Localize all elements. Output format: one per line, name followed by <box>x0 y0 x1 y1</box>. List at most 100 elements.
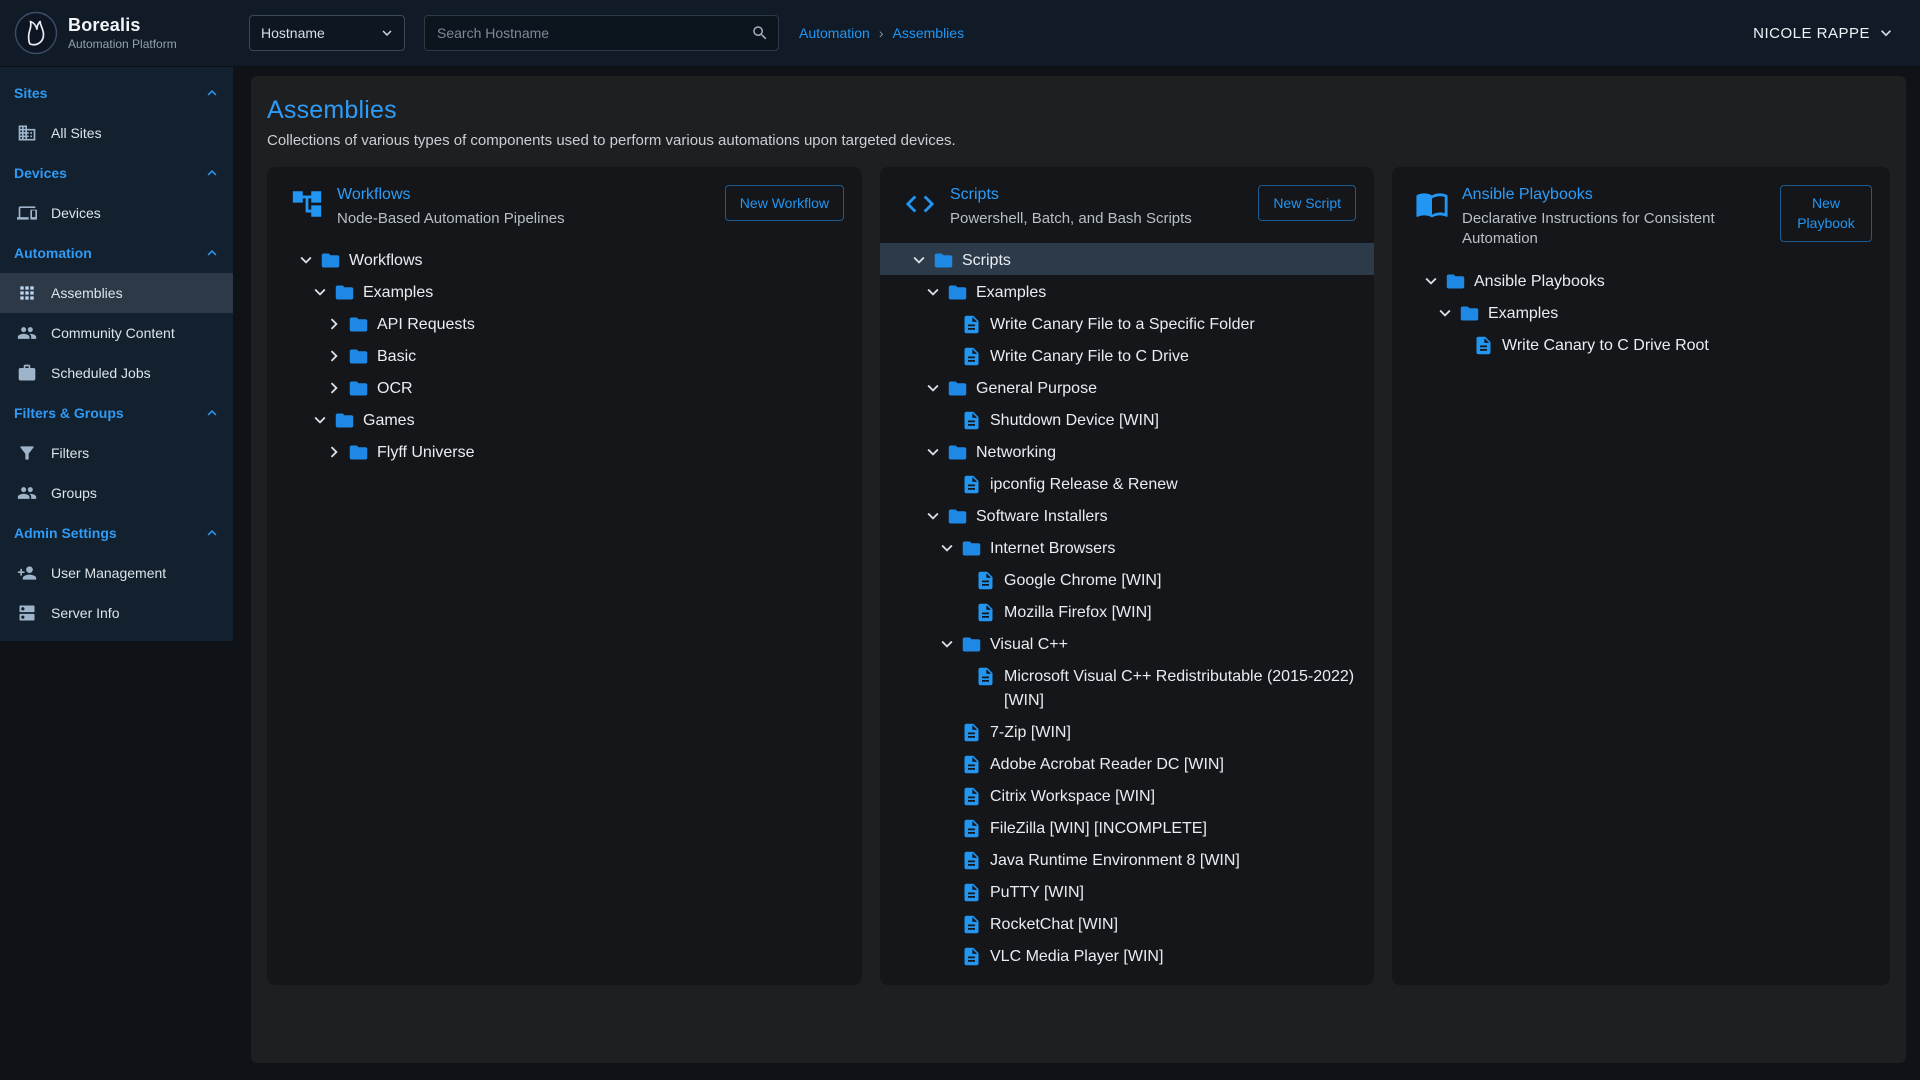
sidebar-item-community-content[interactable]: Community Content <box>0 313 233 353</box>
breadcrumb-assemblies[interactable]: Assemblies <box>893 25 965 41</box>
sidebar-nav: SitesAll SitesDevicesDevicesAutomationAs… <box>0 67 233 641</box>
card-subtitle: Powershell, Batch, and Bash Scripts <box>950 209 1235 229</box>
chevron-down-icon[interactable] <box>922 281 944 303</box>
chevron-right-icon[interactable] <box>323 313 345 335</box>
chevron-down-icon[interactable] <box>922 505 944 527</box>
sidebar-item-scheduled-jobs[interactable]: Scheduled Jobs <box>0 353 233 393</box>
tree-node-label: FileZilla [WIN] [INCOMPLETE] <box>990 813 1207 841</box>
tree-folder-workflows[interactable]: Workflows <box>267 243 862 275</box>
tree-file-write-canary-file-to-c-drive[interactable]: Write Canary File to C Drive <box>880 339 1374 371</box>
tree-file-citrix-workspace-win[interactable]: Citrix Workspace [WIN] <box>880 779 1374 811</box>
chevron-down-icon[interactable] <box>1434 302 1456 324</box>
tree-folder-ansible-playbooks[interactable]: Ansible Playbooks <box>1392 264 1890 296</box>
tree-folder-examples[interactable]: Examples <box>1392 296 1890 328</box>
sidebar-item-label: Assemblies <box>51 285 123 301</box>
sidebar-item-label: User Management <box>51 565 166 581</box>
sidebar-item-devices[interactable]: Devices <box>0 193 233 233</box>
tree-file-7-zip-win[interactable]: 7-Zip [WIN] <box>880 715 1374 747</box>
tree-folder-games[interactable]: Games <box>267 403 862 435</box>
tree-file-shutdown-device-win[interactable]: Shutdown Device [WIN] <box>880 403 1374 435</box>
card-header: Workflows Node-Based Automation Pipeline… <box>290 185 844 229</box>
tree-node-label: Ansible Playbooks <box>1474 266 1605 294</box>
chevron-down-icon[interactable] <box>309 409 331 431</box>
file-icon <box>961 346 982 367</box>
tree-folder-api-requests[interactable]: API Requests <box>267 307 862 339</box>
tree-file-java-runtime-environment-8-win[interactable]: Java Runtime Environment 8 [WIN] <box>880 843 1374 875</box>
sidebar-section-automation[interactable]: Automation <box>0 233 233 273</box>
chevron-down-icon[interactable] <box>295 249 317 271</box>
tree-folder-examples[interactable]: Examples <box>267 275 862 307</box>
briefcase-icon <box>17 363 37 383</box>
chevron-down-icon[interactable] <box>1420 270 1442 292</box>
tree-file-microsoft-visual-c-redistributable-2015-2022-win[interactable]: Microsoft Visual C++ Redistributable (20… <box>880 659 1374 715</box>
section-label: Filters & Groups <box>14 405 124 421</box>
sidebar-item-server-info[interactable]: Server Info <box>0 593 233 633</box>
tree-folder-flyff-universe[interactable]: Flyff Universe <box>267 435 862 467</box>
folder-icon <box>1459 303 1480 324</box>
devices-icon <box>17 203 37 223</box>
chevron-down-icon[interactable] <box>936 633 958 655</box>
tree-folder-basic[interactable]: Basic <box>267 339 862 371</box>
people-icon <box>17 323 37 343</box>
tree-file-vlc-media-player-win[interactable]: VLC Media Player [WIN] <box>880 939 1374 971</box>
tree-node-label: Examples <box>1488 298 1558 326</box>
tree-node-label: Shutdown Device [WIN] <box>990 405 1159 433</box>
card-workflows: Workflows Node-Based Automation Pipeline… <box>267 167 862 985</box>
tree-file-google-chrome-win[interactable]: Google Chrome [WIN] <box>880 563 1374 595</box>
chevron-down-icon[interactable] <box>309 281 331 303</box>
tree-file-write-canary-file-to-a-specific-folder[interactable]: Write Canary File to a Specific Folder <box>880 307 1374 339</box>
tree-file-write-canary-to-c-drive-root[interactable]: Write Canary to C Drive Root <box>1392 328 1890 360</box>
chevron-right-icon[interactable] <box>323 377 345 399</box>
new-script-button[interactable]: New Script <box>1258 185 1356 221</box>
tree-file-filezilla-win-incomplete[interactable]: FileZilla [WIN] [INCOMPLETE] <box>880 811 1374 843</box>
breadcrumb-automation[interactable]: Automation <box>799 25 870 41</box>
user-name: NICOLE RAPPE <box>1753 25 1870 42</box>
chevron-spacer <box>936 817 958 839</box>
user-menu[interactable]: NICOLE RAPPE <box>1753 23 1896 43</box>
new-workflow-button[interactable]: New Workflow <box>725 185 844 221</box>
tree-folder-scripts[interactable]: Scripts <box>880 243 1374 275</box>
hostname-dropdown[interactable]: Hostname <box>249 15 405 51</box>
tree-file-putty-win[interactable]: PuTTY [WIN] <box>880 875 1374 907</box>
chevron-down-icon[interactable] <box>922 441 944 463</box>
sidebar-item-assemblies[interactable]: Assemblies <box>0 273 233 313</box>
tree-folder-software-installers[interactable]: Software Installers <box>880 499 1374 531</box>
tree-file-rocketchat-win[interactable]: RocketChat [WIN] <box>880 907 1374 939</box>
card-subtitle: Node-Based Automation Pipelines <box>337 209 702 229</box>
tree-node-label: Workflows <box>349 245 423 273</box>
tree-node-label: Examples <box>363 277 433 305</box>
sidebar-item-user-management[interactable]: User Management <box>0 553 233 593</box>
tree-folder-examples[interactable]: Examples <box>880 275 1374 307</box>
new-playbook-button[interactable]: New Playbook <box>1780 185 1872 242</box>
tree-file-adobe-acrobat-reader-dc-win[interactable]: Adobe Acrobat Reader DC [WIN] <box>880 747 1374 779</box>
tree-node-label: Mozilla Firefox [WIN] <box>1004 597 1152 625</box>
card-header: Scripts Powershell, Batch, and Bash Scri… <box>903 185 1356 229</box>
tree-node-label: Java Runtime Environment 8 [WIN] <box>990 845 1240 873</box>
chevron-down-icon[interactable] <box>908 249 930 271</box>
folder-icon <box>320 250 341 271</box>
tree-file-mozilla-firefox-win[interactable]: Mozilla Firefox [WIN] <box>880 595 1374 627</box>
chevron-spacer <box>936 313 958 335</box>
chevron-down-icon[interactable] <box>936 537 958 559</box>
tree-folder-internet-browsers[interactable]: Internet Browsers <box>880 531 1374 563</box>
chevron-right-icon[interactable] <box>323 441 345 463</box>
tree-folder-visual-c[interactable]: Visual C++ <box>880 627 1374 659</box>
sidebar-section-devices[interactable]: Devices <box>0 153 233 193</box>
tree-folder-general-purpose[interactable]: General Purpose <box>880 371 1374 403</box>
folder-icon <box>348 346 369 367</box>
chevron-down-icon[interactable] <box>922 377 944 399</box>
tree-folder-ocr[interactable]: OCR <box>267 371 862 403</box>
tree-file-ipconfig-release-renew[interactable]: ipconfig Release & Renew <box>880 467 1374 499</box>
sidebar-section-sites[interactable]: Sites <box>0 73 233 113</box>
folder-icon <box>947 282 968 303</box>
sidebar-section-admin-settings[interactable]: Admin Settings <box>0 513 233 553</box>
chevron-right-icon[interactable] <box>323 345 345 367</box>
sidebar-item-filters[interactable]: Filters <box>0 433 233 473</box>
sidebar-item-groups[interactable]: Groups <box>0 473 233 513</box>
hostname-dropdown-value: Hostname <box>261 25 325 41</box>
tree-folder-networking[interactable]: Networking <box>880 435 1374 467</box>
sidebar-item-all-sites[interactable]: All Sites <box>0 113 233 153</box>
sidebar-section-filters-groups[interactable]: Filters & Groups <box>0 393 233 433</box>
search-input[interactable] <box>424 15 779 51</box>
chevron-spacer <box>936 785 958 807</box>
